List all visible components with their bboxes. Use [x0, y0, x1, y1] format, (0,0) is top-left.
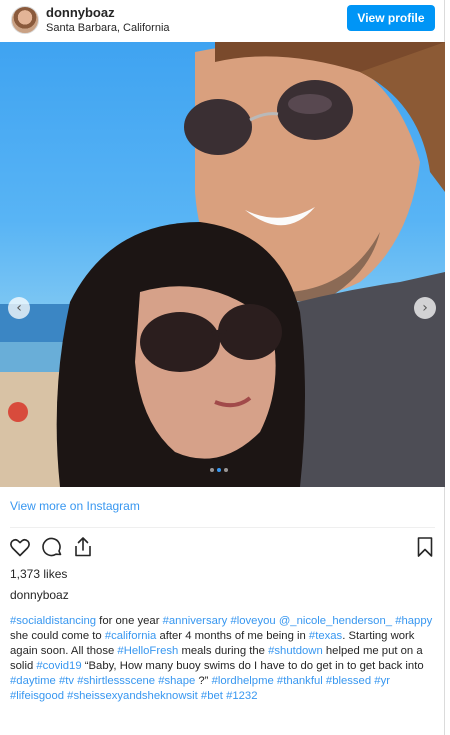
avatar[interactable]: [11, 6, 39, 34]
divider: [10, 527, 435, 528]
caption-segment: meals during the: [178, 645, 269, 657]
instagram-embed-card: donnyboaz Santa Barbara, California View…: [0, 0, 445, 735]
hashtag-link[interactable]: #thankful: [277, 675, 323, 687]
hashtag-link[interactable]: #texas: [309, 630, 342, 642]
caption-segment: she could come to: [10, 630, 105, 642]
hashtag-link[interactable]: #california: [105, 630, 157, 642]
view-profile-button[interactable]: View profile: [347, 5, 435, 31]
bookmark-icon[interactable]: [413, 535, 437, 559]
carousel-dot: [217, 468, 221, 472]
hashtag-link[interactable]: #shape: [158, 675, 195, 687]
post-photo[interactable]: ‹ ›: [0, 42, 445, 487]
hashtag-link[interactable]: #HelloFresh: [117, 645, 178, 657]
hashtag-link[interactable]: #tv: [59, 675, 74, 687]
carousel-dots: [210, 468, 228, 472]
view-more-link[interactable]: View more on Instagram: [10, 499, 140, 513]
photo-illustration: [0, 42, 445, 487]
hashtag-link[interactable]: #shutdown: [268, 645, 323, 657]
comment-icon[interactable]: [40, 535, 64, 559]
hashtag-link[interactable]: #anniversary: [163, 615, 228, 627]
hashtag-link[interactable]: #sheissexyandsheknowsit: [67, 690, 198, 702]
like-count[interactable]: 1,373 likes: [10, 567, 67, 581]
hashtag-link[interactable]: #1232: [226, 690, 257, 702]
caption-segment: after 4 months of me being in: [156, 630, 309, 642]
location[interactable]: Santa Barbara, California: [46, 22, 170, 34]
hashtag-link[interactable]: #happy: [395, 615, 432, 627]
heart-icon[interactable]: [8, 535, 32, 559]
hashtag-link[interactable]: #covid19: [36, 660, 81, 672]
caption-username[interactable]: donnyboaz: [10, 588, 69, 602]
hashtag-link[interactable]: #lifeisgood: [10, 690, 64, 702]
hashtag-link[interactable]: #socialdistancing: [10, 615, 96, 627]
hashtag-link[interactable]: #yr: [374, 675, 390, 687]
caption-segment: for one year: [96, 615, 163, 627]
post-header: donnyboaz Santa Barbara, California View…: [0, 0, 445, 42]
previous-photo-button[interactable]: ‹: [8, 297, 30, 319]
hashtag-link[interactable]: #bet: [201, 690, 223, 702]
username[interactable]: donnyboaz: [46, 5, 115, 20]
next-photo-button[interactable]: ›: [414, 297, 436, 319]
mention-link[interactable]: @_nicole_henderson_: [279, 615, 392, 627]
caption-segment: “Baby, How many buoy swims do I have to …: [81, 660, 424, 672]
hashtag-link[interactable]: #lordhelpme: [212, 675, 274, 687]
hashtag-link[interactable]: #shirtlessscene: [77, 675, 155, 687]
share-icon[interactable]: [71, 535, 95, 559]
carousel-dot: [210, 468, 214, 472]
hashtag-link[interactable]: #loveyou: [230, 615, 275, 627]
hashtag-link[interactable]: #blessed: [326, 675, 371, 687]
hashtag-link[interactable]: #daytime: [10, 675, 56, 687]
carousel-dot: [224, 468, 228, 472]
caption-text: #socialdistancing for one year #annivers…: [10, 614, 442, 704]
caption-segment: ?”: [195, 675, 212, 687]
